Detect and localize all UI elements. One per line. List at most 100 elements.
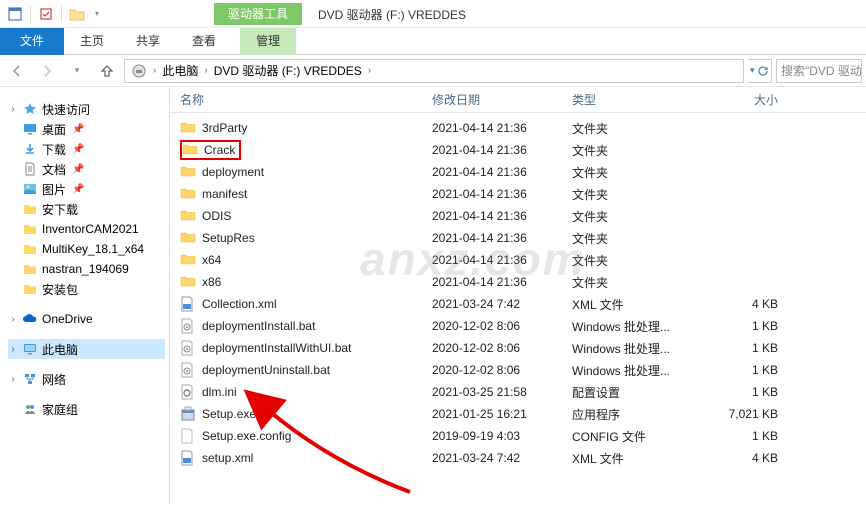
folder-icon bbox=[22, 221, 38, 237]
file-type: 文件夹 bbox=[566, 186, 692, 203]
file-name: deploymentInstall.bat bbox=[202, 319, 315, 333]
file-row[interactable]: Crack2021-04-14 21:36文件夹 bbox=[170, 139, 866, 161]
file-name: deploymentUninstall.bat bbox=[202, 363, 330, 377]
nav-up-icon[interactable] bbox=[94, 59, 120, 83]
qat-dropdown-icon[interactable]: ▾ bbox=[88, 5, 106, 23]
file-type: 文件夹 bbox=[566, 120, 692, 137]
file-row[interactable]: Setup.exe2021-01-25 16:21应用程序7,021 KB bbox=[170, 403, 866, 425]
breadcrumb-path[interactable]: › 此电脑 › DVD 驱动器 (F:) VREDDES › bbox=[124, 59, 744, 83]
file-date: 2021-04-14 21:36 bbox=[426, 143, 566, 157]
sidebar-quick-access[interactable]: › 快速访问 bbox=[8, 99, 165, 119]
breadcrumb-drive[interactable]: DVD 驱动器 (F:) VREDDES bbox=[210, 60, 366, 82]
file-row[interactable]: deploymentInstall.bat2020-12-02 8:06Wind… bbox=[170, 315, 866, 337]
file-row[interactable]: Setup.exe.config2019-09-19 4:03CONFIG 文件… bbox=[170, 425, 866, 447]
titlebar: ▾ 驱动器工具 DVD 驱动器 (F:) VREDDES bbox=[0, 0, 866, 28]
file-date: 2021-01-25 16:21 bbox=[426, 407, 566, 421]
file-row[interactable]: deploymentUninstall.bat2020-12-02 8:06Wi… bbox=[170, 359, 866, 381]
folder-icon bbox=[180, 186, 196, 202]
file-row[interactable]: setup.xml2021-03-24 7:42XML 文件4 KB bbox=[170, 447, 866, 469]
file-row[interactable]: SetupRes 2021-04-14 21:36文件夹 bbox=[170, 227, 866, 249]
folder-icon bbox=[180, 164, 196, 180]
file-size: 4 KB bbox=[692, 297, 792, 311]
nav-forward-icon[interactable] bbox=[34, 59, 60, 83]
xml-icon bbox=[180, 296, 196, 312]
document-icon bbox=[22, 161, 38, 177]
tab-share[interactable]: 共享 bbox=[120, 28, 176, 55]
file-row[interactable]: Collection.xml2021-03-24 7:42XML 文件4 KB bbox=[170, 293, 866, 315]
file-size: 1 KB bbox=[692, 319, 792, 333]
refresh-icon[interactable]: ▾ bbox=[748, 59, 772, 83]
file-size: 7,021 KB bbox=[692, 407, 792, 421]
caret-icon: › bbox=[8, 374, 18, 385]
file-row[interactable]: dlm.ini2021-03-25 21:58配置设置1 KB bbox=[170, 381, 866, 403]
col-type[interactable]: 类型 bbox=[566, 91, 692, 108]
tab-view[interactable]: 查看 bbox=[176, 28, 232, 55]
file-row[interactable]: manifest2021-04-14 21:36文件夹 bbox=[170, 183, 866, 205]
sidebar-nastran[interactable]: nastran_194069 bbox=[8, 259, 165, 279]
file-size: 1 KB bbox=[692, 341, 792, 355]
file-size: 4 KB bbox=[692, 451, 792, 465]
nav-recent-icon[interactable]: ▾ bbox=[64, 59, 90, 83]
file-row[interactable]: x642021-04-14 21:36文件夹 bbox=[170, 249, 866, 271]
file-row[interactable]: 3rdParty2021-04-14 21:36文件夹 bbox=[170, 117, 866, 139]
file-name: Crack bbox=[204, 143, 235, 157]
file-size: 1 KB bbox=[692, 429, 792, 443]
breadcrumb-root-icon[interactable] bbox=[127, 60, 151, 82]
pin-icon: 📌 bbox=[72, 124, 84, 135]
file-name: SetupRes bbox=[202, 231, 255, 245]
file-type: Windows 批处理... bbox=[566, 340, 692, 357]
file-row[interactable]: ODIS2021-04-14 21:36文件夹 bbox=[170, 205, 866, 227]
file-name-cell: dlm.ini bbox=[170, 384, 426, 400]
sidebar-documents[interactable]: 文档 📌 bbox=[8, 159, 165, 179]
nav-back-icon[interactable] bbox=[4, 59, 30, 83]
col-date[interactable]: 修改日期 bbox=[426, 91, 566, 108]
sidebar-this-pc[interactable]: › 此电脑 bbox=[8, 339, 165, 359]
sidebar-multikey[interactable]: MultiKey_18.1_x64 bbox=[8, 239, 165, 259]
folder-icon bbox=[180, 252, 196, 268]
properties-icon[interactable] bbox=[37, 5, 55, 23]
exe-icon bbox=[180, 406, 196, 422]
folder-icon bbox=[22, 281, 38, 297]
address-bar: ▾ › 此电脑 › DVD 驱动器 (F:) VREDDES › ▾ 搜索"DV… bbox=[0, 55, 866, 87]
sidebar-pictures[interactable]: 图片 📌 bbox=[8, 179, 165, 199]
file-name: x64 bbox=[202, 253, 221, 267]
qat-folder-icon[interactable] bbox=[68, 5, 86, 23]
chevron-right-icon[interactable]: › bbox=[151, 65, 158, 76]
file-row[interactable]: deploymentInstallWithUI.bat2020-12-02 8:… bbox=[170, 337, 866, 359]
folder-icon bbox=[22, 201, 38, 217]
chevron-right-icon[interactable]: › bbox=[366, 65, 373, 76]
file-row[interactable]: x862021-04-14 21:36文件夹 bbox=[170, 271, 866, 293]
ribbon-tabs: 文件 主页 共享 查看 管理 bbox=[0, 28, 866, 55]
folder-icon bbox=[180, 208, 196, 224]
file-type: 文件夹 bbox=[566, 230, 692, 247]
sidebar-network[interactable]: › 网络 bbox=[8, 369, 165, 389]
breadcrumb-this-pc[interactable]: 此电脑 bbox=[158, 60, 202, 82]
chevron-right-icon[interactable]: › bbox=[202, 65, 209, 76]
file-name: 3rdParty bbox=[202, 121, 247, 135]
sidebar-anzhuang[interactable]: 安装包 bbox=[8, 279, 165, 299]
tab-file[interactable]: 文件 bbox=[0, 28, 64, 55]
col-size[interactable]: 大小 bbox=[692, 91, 792, 108]
sidebar-onedrive[interactable]: › OneDrive bbox=[8, 309, 165, 329]
sidebar-anxia[interactable]: 安下载 bbox=[8, 199, 165, 219]
caret-icon: › bbox=[8, 344, 18, 355]
sidebar-desktop[interactable]: 桌面 📌 bbox=[8, 119, 165, 139]
app-menu-icon[interactable] bbox=[6, 5, 24, 23]
file-list: 名称 修改日期 类型 大小 3rdParty2021-04-14 21:36文件… bbox=[170, 87, 866, 505]
tab-manage[interactable]: 管理 bbox=[240, 28, 296, 55]
folder-icon bbox=[180, 274, 196, 290]
sidebar-downloads[interactable]: 下载 📌 bbox=[8, 139, 165, 159]
column-headers: 名称 修改日期 类型 大小 bbox=[170, 87, 866, 113]
file-date: 2021-04-14 21:36 bbox=[426, 231, 566, 245]
file-size: 1 KB bbox=[692, 363, 792, 377]
search-input[interactable]: 搜索"DVD 驱动... bbox=[776, 59, 862, 83]
tab-home[interactable]: 主页 bbox=[64, 28, 120, 55]
pictures-icon bbox=[22, 181, 38, 197]
file-name: x86 bbox=[202, 275, 221, 289]
file-date: 2021-04-14 21:36 bbox=[426, 253, 566, 267]
file-row[interactable]: deployment2021-04-14 21:36文件夹 bbox=[170, 161, 866, 183]
sidebar-homegroup[interactable]: 家庭组 bbox=[8, 399, 165, 419]
file-name-cell: deployment bbox=[170, 164, 426, 180]
col-name[interactable]: 名称 bbox=[170, 91, 426, 108]
sidebar-inventorcam[interactable]: InventorCAM2021 bbox=[8, 219, 165, 239]
